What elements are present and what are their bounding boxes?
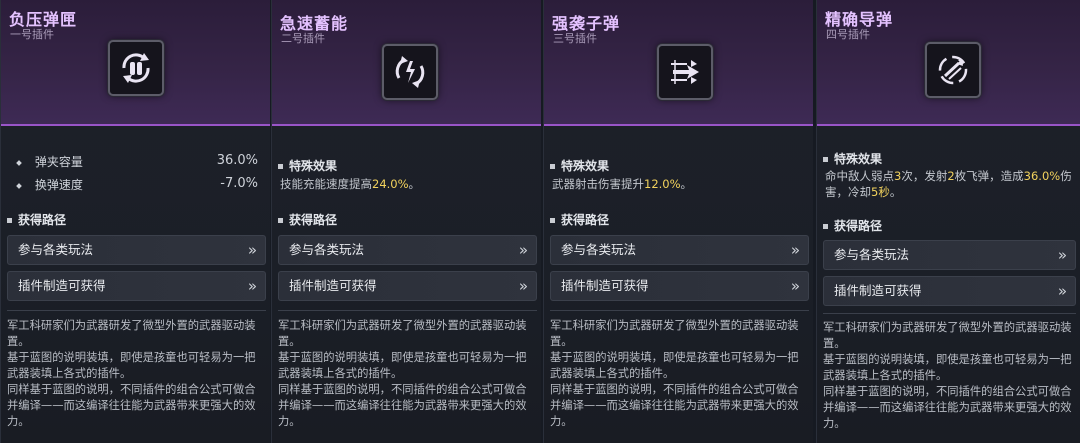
effect-section-title: 特殊效果 — [278, 157, 337, 174]
card-header: 负压弹匣 一号插件 — [1, 0, 270, 126]
button-label: 插件制造可获得 — [18, 278, 106, 293]
button-label: 插件制造可获得 — [289, 278, 377, 293]
effect-section-title: 特殊效果 — [550, 157, 609, 174]
button-label: 参与各类玩法 — [561, 242, 637, 257]
section-marker-icon — [823, 224, 828, 229]
obtain-gameplay-button[interactable]: 参与各类玩法 » — [550, 235, 809, 265]
effect-text: 命中敌人弱点3次，发射2枚飞弹，造成36.0%伤害，冷却5秒。 — [825, 169, 1072, 199]
divider — [823, 313, 1076, 314]
obtain-gameplay-button[interactable]: 参与各类玩法 » — [823, 240, 1076, 270]
stat-value: -7.0% — [220, 176, 258, 191]
guided-missile-icon — [925, 42, 981, 98]
divider — [7, 310, 266, 311]
double-chevron-right-icon: » — [1057, 282, 1067, 300]
obtain-section-title: 获得路径 — [7, 211, 66, 228]
card-subtitle: 四号插件 — [826, 28, 870, 41]
obtain-gameplay-button[interactable]: 参与各类玩法 » — [7, 235, 266, 265]
obtain-gameplay-button[interactable]: 参与各类玩法 » — [278, 235, 537, 265]
button-label: 插件制造可获得 — [561, 278, 649, 293]
obtain-section-title: 获得路径 — [550, 211, 609, 228]
card-subtitle: 二号插件 — [281, 32, 325, 45]
obtain-section-title: 获得路径 — [823, 217, 882, 234]
obtain-craft-button[interactable]: 插件制造可获得 » — [278, 271, 537, 301]
card-subtitle: 一号插件 — [10, 28, 54, 41]
stat-label: 弹夹容量 — [34, 155, 83, 169]
card-header: 急速蓄能 二号插件 — [272, 0, 541, 126]
plugin-cards: 负压弹匣 一号插件 弹夹容量 36.0% 换弹速度 -7.0% 获得路径 参与各… — [0, 0, 1080, 443]
effect-text: 技能充能速度提高24.0%。 — [280, 177, 421, 191]
section-marker-icon — [278, 218, 283, 223]
obtain-section-title: 获得路径 — [278, 211, 337, 228]
section-marker-icon — [7, 218, 12, 223]
button-label: 插件制造可获得 — [834, 283, 922, 298]
bullet-icon — [16, 182, 22, 189]
card-subtitle: 三号插件 — [553, 32, 597, 45]
double-chevron-right-icon: » — [518, 241, 528, 259]
double-chevron-right-icon: » — [518, 277, 528, 295]
plugin-card-2: 急速蓄能 二号插件 特殊效果 技能充能速度提高24.0%。 获得路径 参与各类玩… — [271, 0, 541, 443]
assault-bullet-icon — [657, 44, 713, 100]
ammo-cycle-icon — [108, 40, 164, 96]
plugin-card-1: 负压弹匣 一号插件 弹夹容量 36.0% 换弹速度 -7.0% 获得路径 参与各… — [0, 0, 270, 443]
double-chevron-right-icon: » — [247, 277, 257, 295]
obtain-craft-button[interactable]: 插件制造可获得 » — [823, 276, 1076, 306]
button-label: 参与各类玩法 — [18, 242, 94, 257]
double-chevron-right-icon: » — [247, 241, 257, 259]
button-label: 参与各类玩法 — [289, 242, 365, 257]
obtain-craft-button[interactable]: 插件制造可获得 » — [7, 271, 266, 301]
button-label: 参与各类玩法 — [834, 247, 910, 262]
bullet-icon — [16, 159, 22, 166]
double-chevron-right-icon: » — [790, 241, 800, 259]
section-marker-icon — [278, 164, 283, 169]
divider — [550, 310, 809, 311]
card-description: 军工科研家们为武器研发了微型外置的武器驱动装置。 基于蓝图的说明装填，即使是孩童… — [550, 319, 799, 428]
effect-text: 武器射击伤害提升12.0%。 — [552, 177, 693, 191]
section-marker-icon — [550, 164, 555, 169]
card-description: 军工科研家们为武器研发了微型外置的武器驱动装置。 基于蓝图的说明装填，即使是孩童… — [278, 319, 527, 428]
card-header: 强袭子弹 三号插件 — [544, 0, 813, 126]
card-description: 军工科研家们为武器研发了微型外置的武器驱动装置。 基于蓝图的说明装填，即使是孩童… — [7, 319, 256, 428]
double-chevron-right-icon: » — [790, 277, 800, 295]
energy-charge-icon — [382, 44, 438, 100]
divider — [278, 310, 537, 311]
obtain-craft-button[interactable]: 插件制造可获得 » — [550, 271, 809, 301]
plugin-card-3: 强袭子弹 三号插件 特殊效果 武器射击伤害提升12.0%。 获得路径 参与各类玩… — [543, 0, 813, 443]
stat-row: 弹夹容量 36.0% — [16, 153, 258, 170]
stat-value: 36.0% — [216, 153, 258, 168]
effect-section-title: 特殊效果 — [823, 150, 882, 167]
card-header: 精确导弹 四号插件 — [817, 0, 1080, 126]
stat-row: 换弹速度 -7.0% — [16, 176, 258, 193]
section-marker-icon — [823, 157, 828, 162]
section-marker-icon — [550, 218, 555, 223]
stat-label: 换弹速度 — [34, 178, 83, 192]
double-chevron-right-icon: » — [1057, 246, 1067, 264]
card-description: 军工科研家们为武器研发了微型外置的武器驱动装置。 基于蓝图的说明装填，即使是孩童… — [823, 321, 1072, 430]
plugin-card-4: 精确导弹 四号插件 特殊效果 命中敌人弱点3次，发射2枚飞弹，造成36.0%伤害… — [816, 0, 1080, 443]
